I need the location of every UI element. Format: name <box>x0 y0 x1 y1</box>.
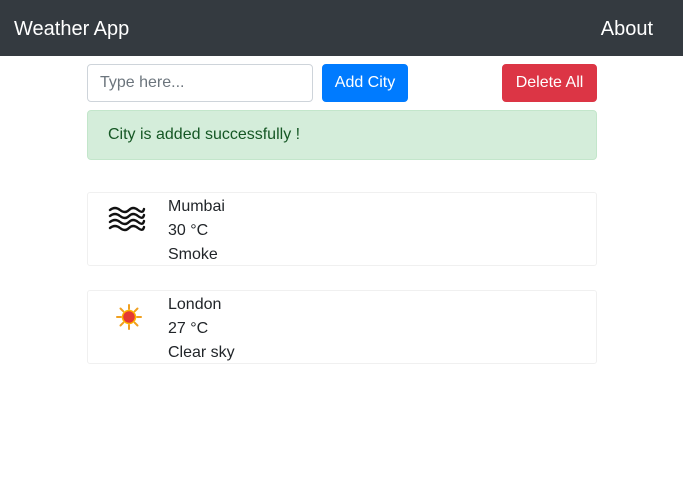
city-info: Mumbai 30 °C Smoke <box>168 195 225 267</box>
city-card-london: London 27 °C Clear sky <box>87 290 597 364</box>
city-card-mumbai: Mumbai 30 °C Smoke <box>87 192 597 266</box>
city-info: London 27 °C Clear sky <box>168 293 235 365</box>
smoke-icon <box>108 205 146 233</box>
city-condition: Clear sky <box>168 344 235 361</box>
about-link[interactable]: About <box>601 16 653 42</box>
city-name: Mumbai <box>168 198 225 215</box>
city-condition: Smoke <box>168 246 218 263</box>
delete-all-button[interactable]: Delete All <box>502 64 597 102</box>
navbar: Weather App About <box>0 0 683 56</box>
city-temperature: 27 °C <box>168 320 209 337</box>
city-input[interactable] <box>87 64 313 102</box>
city-temperature: 30 °C <box>168 222 209 239</box>
success-alert: City is added successfully ! <box>87 110 597 160</box>
brand-link[interactable]: Weather App <box>14 16 129 42</box>
sun-icon <box>108 303 146 331</box>
city-name: London <box>168 296 222 313</box>
add-city-button[interactable]: Add City <box>322 64 408 102</box>
